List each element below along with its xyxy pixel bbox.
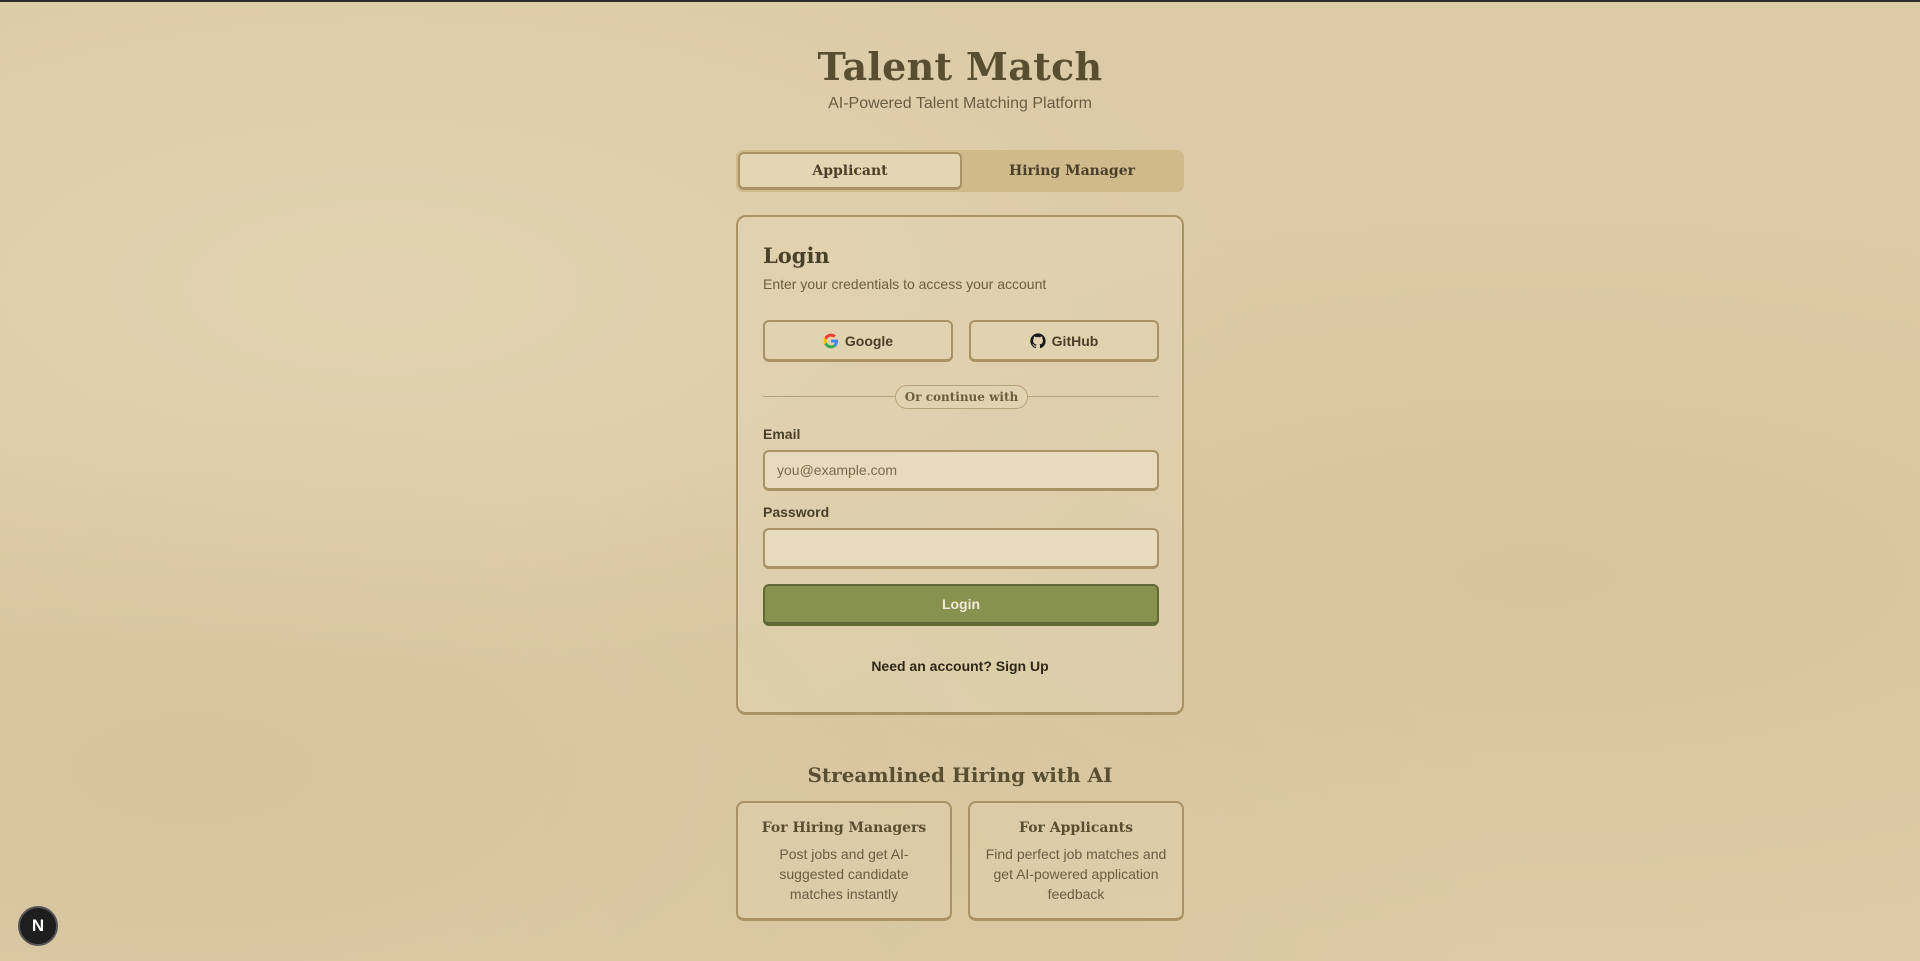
role-tabs: Applicant Hiring Manager: [736, 150, 1184, 192]
google-login-button[interactable]: Google: [763, 320, 953, 362]
github-icon: [1030, 332, 1046, 348]
google-icon: [823, 333, 838, 348]
features-title: Streamlined Hiring with AI: [807, 763, 1113, 787]
feature-card-applicants: For Applicants Find perfect job matches …: [968, 801, 1184, 921]
login-title: Login: [763, 243, 830, 268]
email-input[interactable]: [763, 450, 1159, 491]
divider-label: Or continue with: [895, 385, 1028, 409]
password-label: Password: [763, 504, 830, 520]
app-subtitle: AI-Powered Talent Matching Platform: [828, 95, 1092, 112]
github-label: GitHub: [1051, 332, 1099, 349]
tab-applicant[interactable]: Applicant: [738, 152, 962, 190]
password-input[interactable]: [763, 528, 1159, 569]
feature-description: Find perfect job matches and get AI-powe…: [985, 846, 1167, 902]
app-title: Talent Match: [817, 44, 1103, 89]
feature-title: For Applicants: [1019, 820, 1133, 836]
email-label: Email: [763, 426, 801, 442]
google-label: Google: [844, 332, 894, 349]
tab-hiring-manager[interactable]: Hiring Manager: [962, 152, 1182, 190]
github-login-button[interactable]: GitHub: [969, 320, 1159, 362]
login-button[interactable]: Login: [763, 584, 1159, 626]
login-description: Enter your credentials to access your ac…: [763, 276, 1047, 292]
feature-title: For Hiring Managers: [761, 820, 927, 836]
nextjs-dev-badge[interactable]: N: [18, 906, 58, 946]
feature-card-hiring-managers: For Hiring Managers Post jobs and get AI…: [736, 801, 952, 921]
feature-description: Post jobs and get AI-suggested candidate…: [779, 846, 909, 902]
signup-link[interactable]: Need an account? Sign Up: [738, 658, 1182, 674]
login-card: Login Enter your credentials to access y…: [736, 215, 1184, 715]
